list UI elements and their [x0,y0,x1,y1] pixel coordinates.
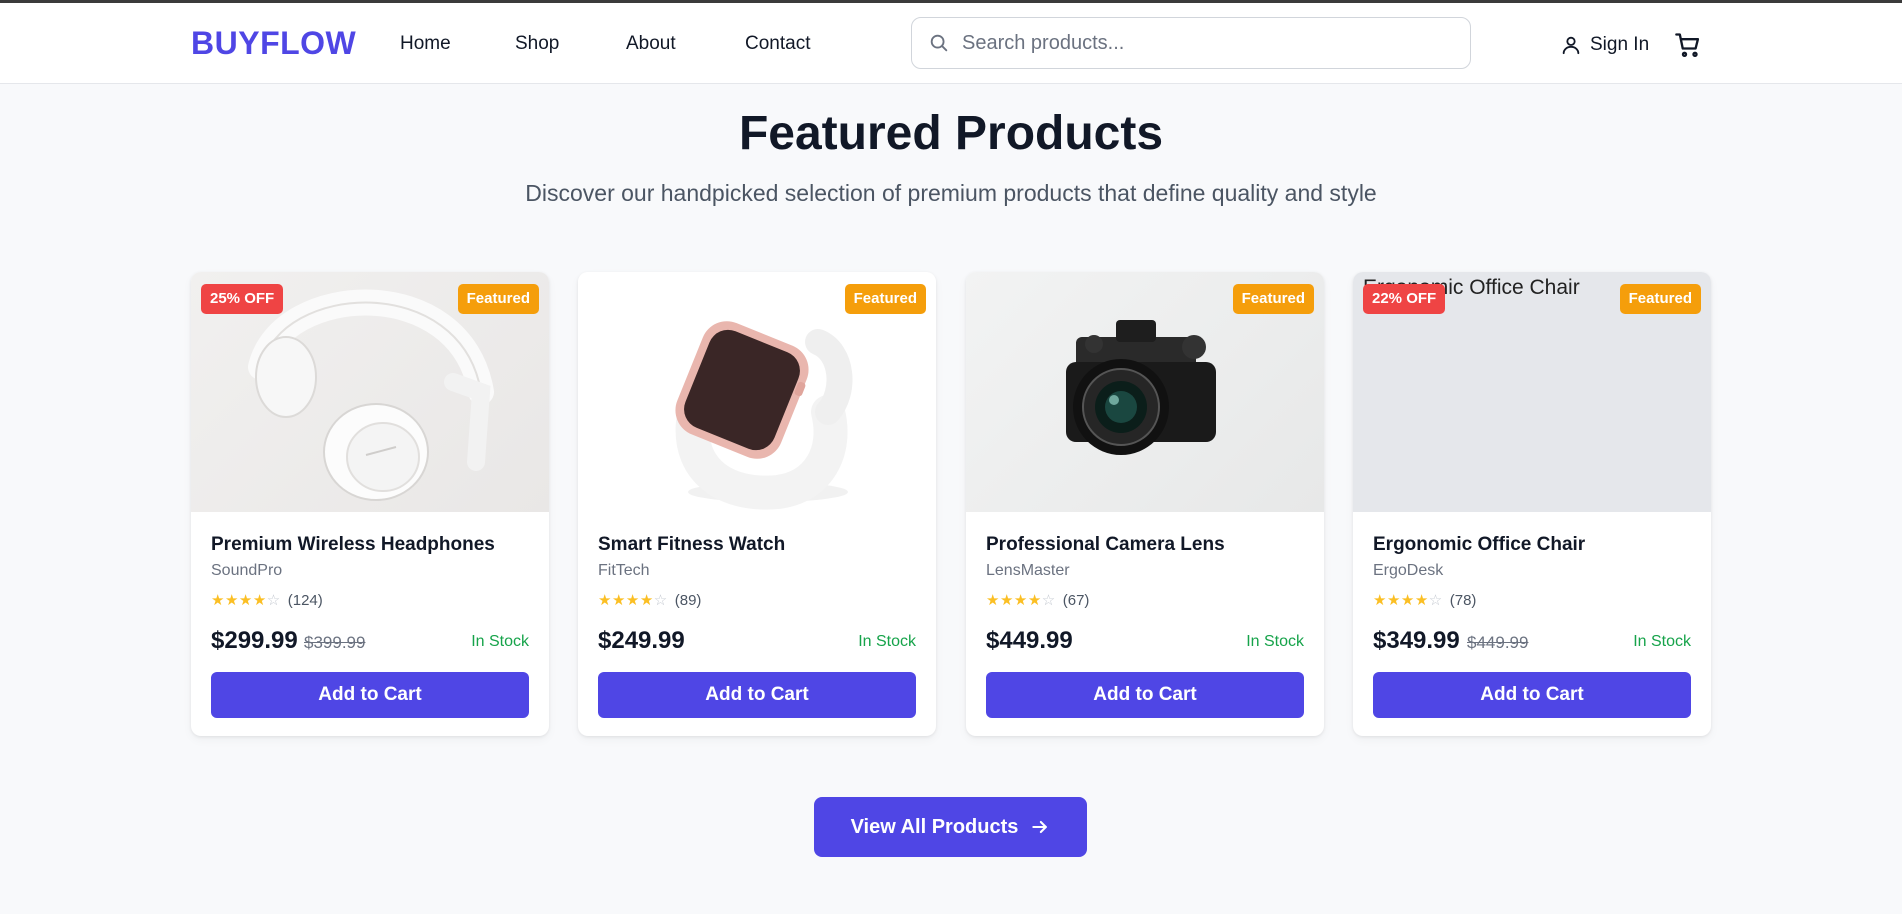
product-rating: ★★★★☆ (78) [1373,591,1477,610]
original-price: $399.99 [304,633,366,652]
nav-link-about[interactable]: About [626,33,676,55]
logo[interactable]: BUYFLOW [191,25,356,62]
product-rating: ★★★★☆ (124) [211,591,323,610]
product-image[interactable]: 25% OFF Featured [191,272,549,512]
review-count: (78) [1449,591,1477,609]
star-rating-icon: ★★★★☆ [986,592,1056,609]
star-rating-icon: ★★★★☆ [598,592,668,609]
stock-status: In Stock [471,633,529,650]
product-price: $449.99 [986,627,1073,654]
stock-status: In Stock [1633,633,1691,650]
navbar: BUYFLOW Home Shop About Contact Sign In [0,3,1902,84]
product-card[interactable]: Featured Professional Camera Lens LensMa… [966,272,1324,736]
add-to-cart-button[interactable]: Add to Cart [598,672,916,718]
nav-link-contact[interactable]: Contact [745,33,810,55]
page-subtitle: Discover our handpicked selection of pre… [525,180,1377,206]
product-rating: ★★★★☆ (67) [986,591,1090,610]
product-card[interactable]: Featured Smart Fitness Watch FitTech ★★★… [578,272,936,736]
featured-badge: Featured [844,284,926,314]
review-count: (67) [1062,591,1090,609]
stock-status: In Stock [1246,633,1304,650]
nav-link-home[interactable]: Home [400,33,451,55]
original-price: $449.99 [1467,633,1529,652]
stock-status: In Stock [858,633,916,650]
product-name[interactable]: Premium Wireless Headphones [211,534,495,556]
star-rating-icon: ★★★★☆ [1373,592,1443,609]
nav-link-shop[interactable]: Shop [515,33,559,55]
product-image[interactable]: Ergonomic Office Chair 22% OFF Featured [1353,272,1711,512]
page-title: Featured Products [738,107,1164,160]
search-input[interactable] [962,28,1452,58]
product-image[interactable]: Featured [578,272,936,512]
product-card[interactable]: Ergonomic Office Chair 22% OFF Featured … [1353,272,1711,736]
review-count: (124) [287,591,323,609]
product-brand: LensMaster [986,562,1070,579]
featured-badge: Featured [1619,284,1701,314]
sign-in-label: Sign In [1590,34,1650,55]
product-name[interactable]: Smart Fitness Watch [598,534,785,556]
star-rating-icon: ★★★★☆ [211,592,281,609]
product-name[interactable]: Ergonomic Office Chair [1373,534,1585,556]
product-price: $299.99 [211,627,298,654]
review-count: (89) [674,591,702,609]
featured-badge: Featured [1232,284,1314,314]
discount-badge: 25% OFF [201,284,284,314]
product-price: $249.99 [598,627,685,654]
search-icon [930,34,948,52]
search-box[interactable] [911,17,1471,69]
add-to-cart-button[interactable]: Add to Cart [211,672,529,718]
product-rating: ★★★★☆ (89) [598,591,702,610]
discount-badge: 22% OFF [1363,284,1446,314]
product-price: $349.99 [1373,627,1460,654]
sign-in-button[interactable]: Sign In [1560,30,1649,60]
product-brand: SoundPro [211,562,283,579]
add-to-cart-button[interactable]: Add to Cart [1373,672,1691,718]
cart-icon[interactable] [1674,31,1702,59]
featured-badge: Featured [457,284,539,314]
product-name[interactable]: Professional Camera Lens [986,534,1225,556]
view-all-label: View All Products [850,815,1019,838]
product-card[interactable]: 25% OFF Featured Premium Wireless Headph… [191,272,549,736]
product-image[interactable]: Featured [966,272,1324,512]
user-icon [1562,36,1580,55]
view-all-products-button[interactable]: View All Products [814,797,1087,857]
arrow-right-icon [1032,820,1048,834]
product-brand: ErgoDesk [1373,562,1444,579]
add-to-cart-button[interactable]: Add to Cart [986,672,1304,718]
product-brand: FitTech [598,562,650,579]
